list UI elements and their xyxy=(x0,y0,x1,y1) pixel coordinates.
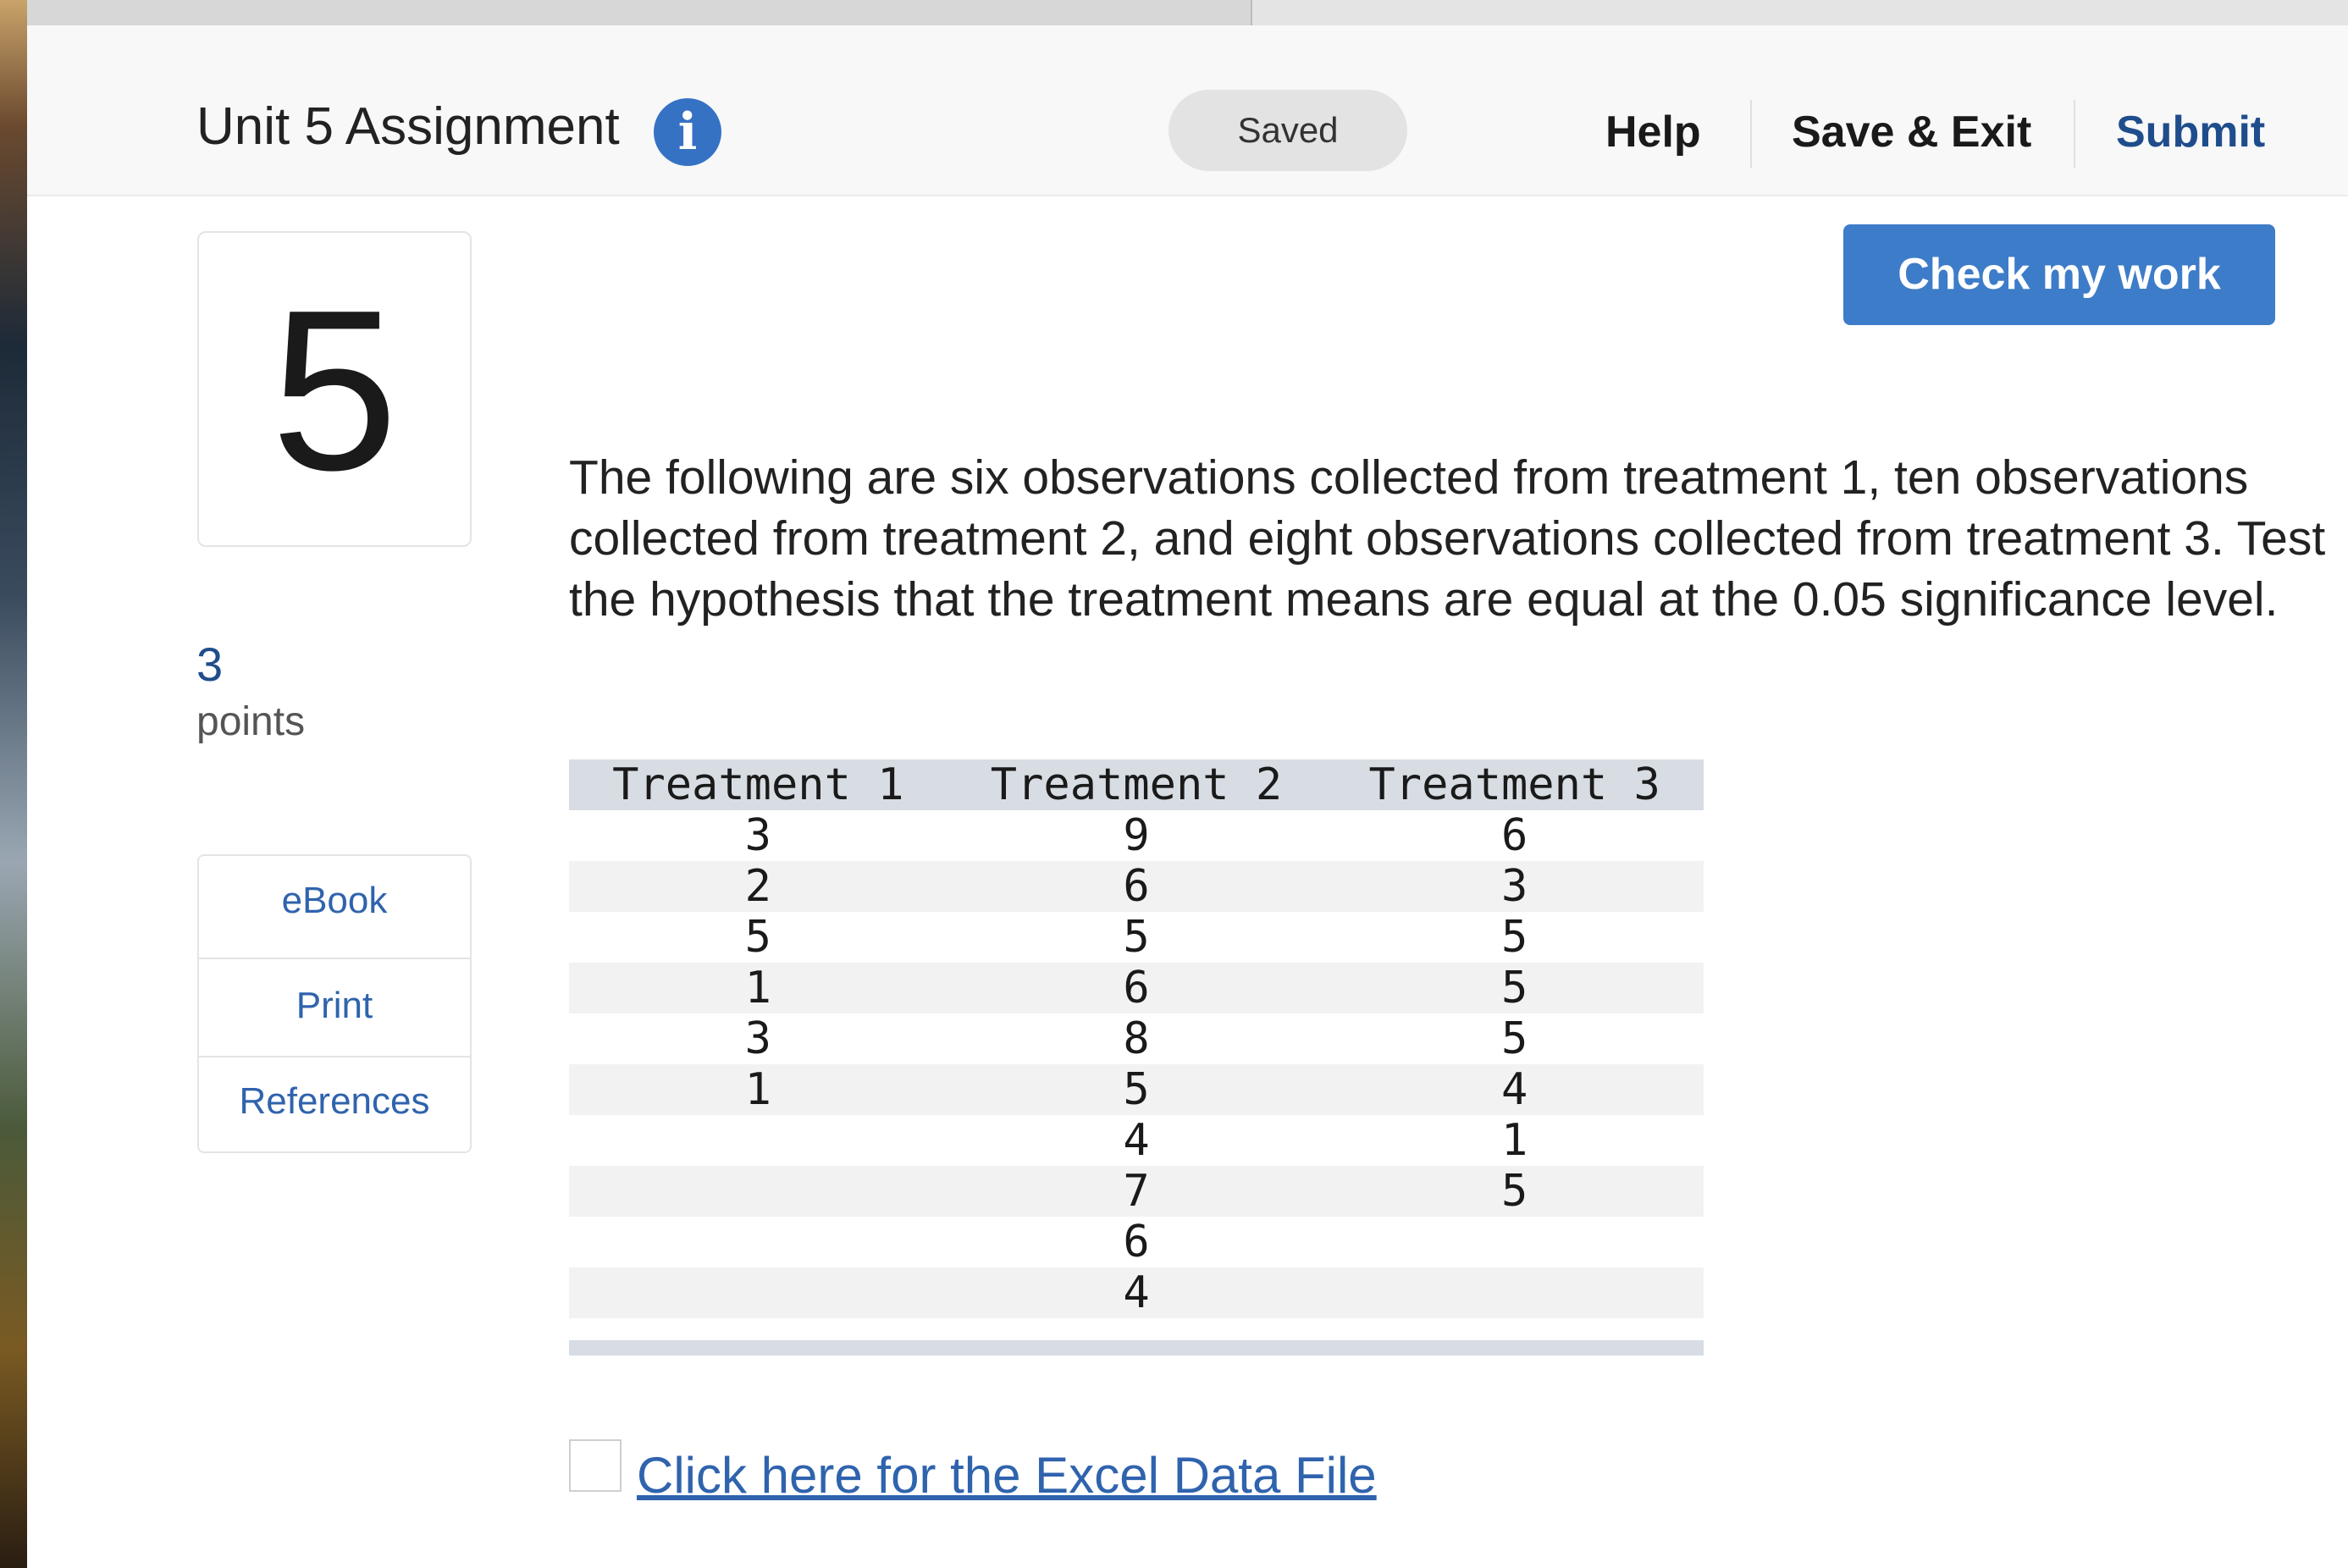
table-cell: 3 xyxy=(569,1013,947,1064)
question-prompt: The following are six observations colle… xyxy=(569,450,2326,627)
table-cell xyxy=(1325,1267,1704,1318)
treatment-data-table: Treatment 1 Treatment 2 Treatment 3 3 9 … xyxy=(569,759,1704,1318)
assignment-header: Unit 5 Assignment i Saved Help Save & Ex… xyxy=(27,25,2348,196)
assignment-title: Unit 5 Assignment xyxy=(196,97,620,156)
table-cell: 4 xyxy=(1325,1064,1704,1115)
desktop-background xyxy=(0,0,27,1568)
table-row: 2 6 3 xyxy=(569,861,1704,912)
excel-data-file-link[interactable]: Click here for the Excel Data File xyxy=(637,1446,1377,1505)
points-value: 3 xyxy=(196,638,224,691)
table-row: 1 5 4 xyxy=(569,1064,1704,1115)
table-cell: 4 xyxy=(947,1267,1326,1318)
table-cell: 5 xyxy=(947,1064,1326,1115)
browser-tab[interactable] xyxy=(1252,0,2348,25)
table-cell xyxy=(569,1166,947,1217)
references-link[interactable]: References xyxy=(199,1080,470,1123)
table-cell: 1 xyxy=(569,963,947,1013)
table-cell: 6 xyxy=(947,1217,1326,1267)
table-cell: 2 xyxy=(569,861,947,912)
question-number: 5 xyxy=(270,263,399,518)
points-label: points xyxy=(196,699,306,744)
table-cell: 6 xyxy=(947,963,1326,1013)
table-cell: 5 xyxy=(1325,1166,1704,1217)
question-number-card: 5 xyxy=(197,231,472,547)
table-footer-bar xyxy=(569,1340,1704,1355)
table-cell: 6 xyxy=(1325,810,1704,861)
column-header-treatment-2: Treatment 2 xyxy=(947,759,1326,810)
column-header-treatment-3: Treatment 3 xyxy=(1325,759,1704,810)
save-exit-link[interactable]: Save & Exit xyxy=(1792,107,2031,157)
ebook-link[interactable]: eBook xyxy=(199,880,470,922)
info-icon[interactable]: i xyxy=(654,98,721,166)
table-header-row: Treatment 1 Treatment 2 Treatment 3 xyxy=(569,759,1704,810)
nav-divider xyxy=(1750,100,1752,168)
table-cell xyxy=(569,1217,947,1267)
check-my-work-button[interactable]: Check my work xyxy=(1843,224,2275,325)
table-cell xyxy=(1325,1217,1704,1267)
table-row: 4 1 xyxy=(569,1115,1704,1166)
nav-divider xyxy=(2074,100,2075,168)
table-cell: 5 xyxy=(947,912,1326,963)
table-cell: 5 xyxy=(569,912,947,963)
table-cell: 1 xyxy=(1325,1115,1704,1166)
table-cell: 7 xyxy=(947,1166,1326,1217)
table-cell: 8 xyxy=(947,1013,1326,1064)
table-row: 5 5 5 xyxy=(569,912,1704,963)
column-header-treatment-1: Treatment 1 xyxy=(569,759,947,810)
table-cell: 3 xyxy=(569,810,947,861)
excel-file-icon[interactable] xyxy=(569,1439,622,1492)
table-cell xyxy=(569,1115,947,1166)
table-row: 3 8 5 xyxy=(569,1013,1704,1064)
help-link[interactable]: Help xyxy=(1605,107,1701,157)
resources-panel: eBook Print References xyxy=(197,854,472,1153)
table-cell xyxy=(569,1267,947,1318)
table-cell: 3 xyxy=(1325,861,1704,912)
table-row: 4 xyxy=(569,1267,1704,1318)
table-cell: 6 xyxy=(947,861,1326,912)
table-cell: 5 xyxy=(1325,912,1704,963)
table-cell: 5 xyxy=(1325,963,1704,1013)
resources-divider xyxy=(199,1056,470,1057)
table-cell: 4 xyxy=(947,1115,1326,1166)
print-link[interactable]: Print xyxy=(199,985,470,1027)
table-cell: 9 xyxy=(947,810,1326,861)
assignment-window: Unit 5 Assignment i Saved Help Save & Ex… xyxy=(27,0,2348,1568)
resources-divider xyxy=(199,958,470,959)
browser-tab-strip xyxy=(27,0,2348,26)
table-cell: 1 xyxy=(569,1064,947,1115)
submit-link[interactable]: Submit xyxy=(2116,107,2265,157)
table-row: 1 6 5 xyxy=(569,963,1704,1013)
table-cell: 5 xyxy=(1325,1013,1704,1064)
table-row: 7 5 xyxy=(569,1166,1704,1217)
saved-status-badge: Saved xyxy=(1168,90,1407,171)
table-row: 6 xyxy=(569,1217,1704,1267)
table-row: 3 9 6 xyxy=(569,810,1704,861)
